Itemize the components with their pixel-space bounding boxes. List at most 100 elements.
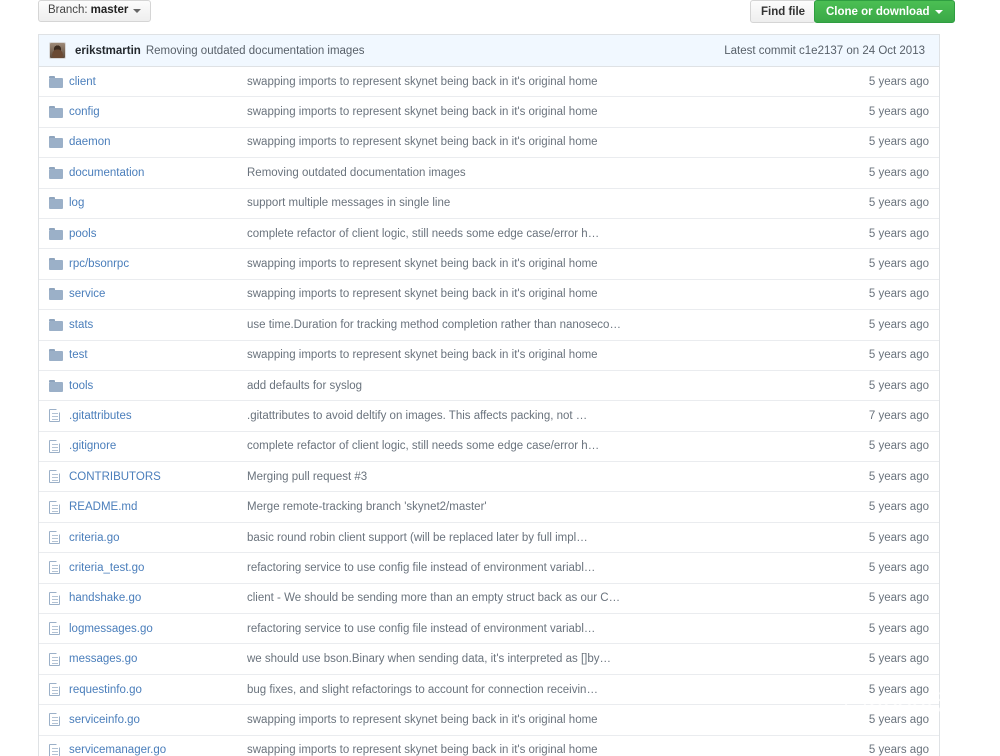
- file-name-link[interactable]: handshake.go: [69, 592, 247, 604]
- commit-message-link[interactable]: client - We should be sending more than …: [247, 592, 835, 604]
- folder-icon: [49, 136, 63, 149]
- table-row[interactable]: README.md Merge remote-tracking branch 's…: [39, 492, 939, 523]
- file-type-icon-cell: [49, 713, 69, 727]
- table-row[interactable]: test swapping imports to represent skynet…: [39, 341, 939, 371]
- table-row[interactable]: tools add defaults for syslog 5 years ago: [39, 371, 939, 402]
- file-name-link[interactable]: .gitattributes: [69, 410, 247, 422]
- commit-message-link[interactable]: support multiple messages in single line: [247, 197, 835, 209]
- table-row[interactable]: daemon swapping imports to represent skyn…: [39, 128, 939, 159]
- file-type-icon-cell: [49, 197, 69, 210]
- file-name-link[interactable]: logmessages.go: [69, 623, 247, 635]
- file-name-link[interactable]: stats: [69, 319, 247, 331]
- commit-message-link[interactable]: swapping imports to represent skynet bei…: [247, 349, 835, 361]
- file-type-icon-cell: [49, 288, 69, 301]
- find-file-button[interactable]: Find file: [750, 0, 817, 23]
- commit-message-link[interactable]: complete refactor of client logic, still…: [247, 440, 835, 452]
- commit-message-link[interactable]: Merge remote-tracking branch 'skynet2/ma…: [247, 501, 835, 513]
- commit-message-link[interactable]: swapping imports to represent skynet bei…: [247, 258, 835, 270]
- file-name-link[interactable]: rpc/bsonrpc: [69, 258, 247, 270]
- commit-age-label: 5 years ago: [868, 288, 929, 301]
- commit-message-link[interactable]: use time.Duration for tracking method co…: [247, 319, 835, 331]
- table-row[interactable]: rpc/bsonrpc swapping imports to represent…: [39, 249, 939, 280]
- file-name-link[interactable]: tools: [69, 380, 247, 392]
- folder-icon: [49, 197, 63, 210]
- commit-message-link[interactable]: Merging pull request #3: [247, 471, 835, 483]
- file-name-link[interactable]: pools: [69, 228, 247, 240]
- repository-file-browser: Branch: master Find file Clone or downlo…: [0, 0, 1000, 756]
- latest-commit-header: erikstmartin Removing outdated documenta…: [39, 35, 939, 67]
- file-name-link[interactable]: CONTRIBUTORS: [69, 471, 247, 483]
- table-row[interactable]: handshake.go client - We should be sendin…: [39, 584, 939, 615]
- table-row[interactable]: servicemanager.go swapping imports to rep…: [39, 736, 939, 756]
- file-name-link[interactable]: criteria.go: [69, 532, 247, 544]
- file-icon: [49, 470, 60, 484]
- commit-message-link[interactable]: refactoring service to use config file i…: [247, 623, 835, 635]
- commit-message-link[interactable]: swapping imports to represent skynet bei…: [247, 136, 835, 148]
- file-name-link[interactable]: documentation: [69, 167, 247, 179]
- commit-message-link[interactable]: swapping imports to represent skynet bei…: [247, 106, 835, 118]
- commit-message-link[interactable]: complete refactor of client logic, still…: [247, 228, 835, 240]
- file-name-link[interactable]: client: [69, 76, 247, 88]
- file-name-link[interactable]: daemon: [69, 136, 247, 148]
- commit-message-link[interactable]: .gitattributes to avoid deltify on image…: [247, 410, 835, 422]
- file-type-icon-cell: [49, 318, 69, 331]
- commit-author-link[interactable]: erikstmartin: [75, 45, 141, 57]
- folder-icon: [49, 227, 63, 240]
- table-row[interactable]: .gitignore complete refactor of client lo…: [39, 432, 939, 463]
- file-name-link[interactable]: criteria_test.go: [69, 562, 247, 574]
- commit-age-label: 5 years ago: [868, 318, 929, 331]
- folder-icon: [49, 288, 63, 301]
- table-row[interactable]: stats use time.Duration for tracking meth…: [39, 310, 939, 341]
- file-name-link[interactable]: config: [69, 106, 247, 118]
- commit-message-link[interactable]: refactoring service to use config file i…: [247, 562, 835, 574]
- file-type-icon-cell: [49, 258, 69, 271]
- file-name-link[interactable]: messages.go: [69, 653, 247, 665]
- repository-toolbar: Branch: master Find file Clone or downlo…: [0, 0, 1000, 30]
- commit-message-link[interactable]: we should use bson.Binary when sending d…: [247, 653, 835, 665]
- file-type-icon-cell: [49, 136, 69, 149]
- commit-message-link[interactable]: basic round robin client support (will b…: [247, 532, 835, 544]
- file-name-link[interactable]: log: [69, 197, 247, 209]
- file-name-link[interactable]: .gitignore: [69, 440, 247, 452]
- table-row[interactable]: CONTRIBUTORS Merging pull request #3 5 yea…: [39, 462, 939, 493]
- commit-age-label: 5 years ago: [868, 683, 929, 696]
- commit-age-label: 7 years ago: [868, 409, 929, 422]
- commit-message-link[interactable]: swapping imports to represent skynet bei…: [247, 744, 835, 756]
- clone-or-download-button[interactable]: Clone or download: [814, 0, 955, 23]
- file-name-link[interactable]: README.md: [69, 501, 247, 513]
- commit-age-label: 5 years ago: [868, 713, 929, 726]
- file-icon: [49, 500, 60, 514]
- commit-age-label: 5 years ago: [868, 349, 929, 362]
- commit-message-link[interactable]: add defaults for syslog: [247, 380, 835, 392]
- avatar: [49, 42, 66, 59]
- table-row[interactable]: log support multiple messages in single l…: [39, 189, 939, 219]
- commit-message[interactable]: Removing outdated documentation images: [146, 45, 365, 57]
- file-name-link[interactable]: servicemanager.go: [69, 744, 247, 756]
- table-row[interactable]: criteria_test.go refactoring service to u…: [39, 553, 939, 584]
- commit-message-link[interactable]: swapping imports to represent skynet bei…: [247, 288, 835, 300]
- file-icon: [49, 561, 60, 575]
- file-name-link[interactable]: service: [69, 288, 247, 300]
- table-row[interactable]: requestinfo.go bug fixes, and slight refa…: [39, 675, 939, 706]
- table-row[interactable]: messages.go we should use bson.Binary whe…: [39, 644, 939, 675]
- commit-message-link[interactable]: Removing outdated documentation images: [247, 167, 835, 179]
- table-row[interactable]: criteria.go basic round robin client supp…: [39, 523, 939, 554]
- file-name-link[interactable]: requestinfo.go: [69, 684, 247, 696]
- table-row[interactable]: client swapping imports to represent skyn…: [39, 67, 939, 98]
- table-row[interactable]: serviceinfo.go swapping imports to repres…: [39, 705, 939, 736]
- table-row[interactable]: documentation Removing outdated documenta…: [39, 158, 939, 189]
- commit-age-label: 5 years ago: [868, 166, 929, 179]
- commit-message-link[interactable]: swapping imports to represent skynet bei…: [247, 76, 835, 88]
- file-name-link[interactable]: test: [69, 349, 247, 361]
- table-row[interactable]: service swapping imports to represent sky…: [39, 280, 939, 311]
- branch-selector-button[interactable]: Branch: master: [38, 0, 152, 22]
- table-row[interactable]: pools complete refactor of client logic, …: [39, 219, 939, 250]
- table-row[interactable]: config swapping imports to represent skyn…: [39, 97, 939, 128]
- table-row[interactable]: .gitattributes .gitattributes to avoid de…: [39, 401, 939, 432]
- commit-message-link[interactable]: bug fixes, and slight refactorings to ac…: [247, 684, 835, 696]
- commit-age-label: 5 years ago: [868, 197, 929, 210]
- file-name-link[interactable]: serviceinfo.go: [69, 714, 247, 726]
- branch-name-label: master: [90, 4, 129, 17]
- commit-message-link[interactable]: swapping imports to represent skynet bei…: [247, 714, 835, 726]
- table-row[interactable]: logmessages.go refactoring service to use…: [39, 614, 939, 645]
